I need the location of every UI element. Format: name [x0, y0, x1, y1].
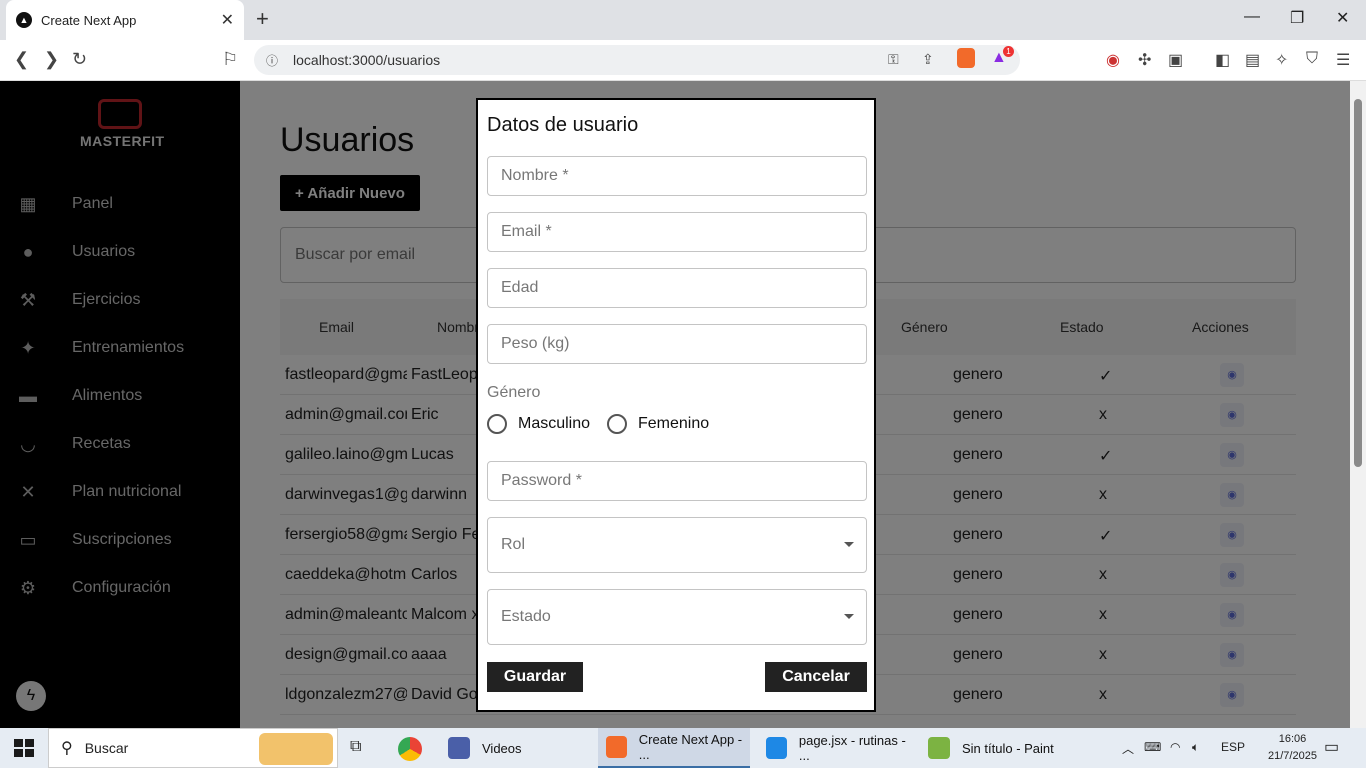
- reload-icon[interactable]: ↻: [72, 49, 87, 70]
- browser-tab-bar: ▲ Create Next App ✕ + — ❐ ✕: [0, 0, 1366, 40]
- clock-date: 21/7/2025: [1268, 750, 1317, 762]
- brave-shield-icon[interactable]: [957, 48, 975, 68]
- taskbar-app-paint[interactable]: Sin título - Paint: [920, 728, 1074, 768]
- taskbar-app-label: page.jsx - rutinas - ...: [798, 733, 906, 763]
- notifications-icon[interactable]: ▭: [1324, 737, 1339, 757]
- clock-time: 16:06: [1278, 733, 1307, 745]
- leo-ai-icon[interactable]: ✧: [1275, 50, 1288, 70]
- peso-field[interactable]: Peso (kg): [487, 324, 867, 364]
- chevron-down-icon: [844, 542, 854, 547]
- menu-icon[interactable]: ☰: [1336, 50, 1350, 70]
- email-field[interactable]: Email *: [487, 212, 867, 252]
- genero-label: Género: [487, 384, 541, 401]
- radio-masculino[interactable]: Masculino: [487, 414, 590, 434]
- search-highlight-image: [259, 733, 333, 765]
- vpn-icon[interactable]: ⛉: [1306, 50, 1318, 68]
- taskbar-app-browser[interactable]: Create Next App - ...: [598, 728, 750, 768]
- radio-label: Femenino: [638, 415, 710, 432]
- radio-label: Masculino: [518, 415, 591, 432]
- sidebar-toggle-icon[interactable]: ◧: [1215, 50, 1230, 70]
- windows-taskbar: ⚲ Buscar ⧉ Videos Create Next App - ... …: [0, 728, 1366, 768]
- minimize-icon[interactable]: —: [1244, 8, 1260, 26]
- taskbar-app-label: Videos: [482, 740, 522, 756]
- paint-icon: [928, 737, 950, 759]
- back-icon[interactable]: ❮: [14, 49, 29, 70]
- forward-icon[interactable]: ❯: [44, 49, 59, 70]
- tab-title: Create Next App: [41, 12, 137, 28]
- radio-femenino[interactable]: Femenino: [607, 414, 709, 434]
- language-indicator[interactable]: ESP: [1221, 740, 1245, 754]
- extension-icon[interactable]: ◉: [1106, 50, 1120, 70]
- site-info-icon[interactable]: ⓘ: [266, 52, 278, 69]
- tab-close-icon[interactable]: ✕: [221, 10, 234, 30]
- clock[interactable]: 16:06 21/7/2025: [1268, 731, 1317, 765]
- nextjs-favicon-icon: ▲: [16, 12, 32, 28]
- screenshot-icon[interactable]: ▣: [1168, 50, 1183, 70]
- chevron-down-icon: [844, 614, 854, 619]
- wifi-icon[interactable]: ◠: [1170, 740, 1180, 754]
- modal-title: Datos de usuario: [487, 114, 639, 136]
- nombre-field[interactable]: Nombre *: [487, 156, 867, 196]
- chrome-icon[interactable]: [398, 737, 422, 761]
- taskbar-app-vscode[interactable]: page.jsx - rutinas - ...: [758, 728, 914, 768]
- new-tab-icon[interactable]: +: [256, 8, 269, 30]
- wallet-icon[interactable]: ▤: [1245, 50, 1260, 70]
- radio-circle-icon: [487, 414, 507, 434]
- browser-address-bar: ❮ ❯ ↻ ⚐ ⓘ localhost:3000/usuarios ⚿ ⇪ ▲ …: [0, 40, 1366, 81]
- url-text: localhost:3000/usuarios: [293, 52, 441, 68]
- page-scrollbar[interactable]: [1350, 81, 1366, 728]
- task-view-icon[interactable]: ⧉: [350, 738, 361, 756]
- taskbar-app-label: Sin título - Paint: [962, 740, 1054, 756]
- taskbar-app-videos[interactable]: Videos: [440, 728, 590, 768]
- puzzle-icon[interactable]: ✣: [1138, 50, 1151, 70]
- taskbar-search-text: Buscar: [84, 740, 129, 756]
- taskbar-app-label: Create Next App - ...: [638, 732, 743, 762]
- search-icon: ⚲: [61, 740, 73, 757]
- edad-field[interactable]: Edad: [487, 268, 867, 308]
- rol-select[interactable]: Rol: [487, 517, 867, 573]
- password-field[interactable]: Password *: [487, 461, 867, 501]
- rol-label: Rol: [501, 536, 526, 553]
- estado-select[interactable]: Estado: [487, 589, 867, 645]
- browser-tab[interactable]: ▲ Create Next App ✕: [6, 0, 244, 40]
- volume-icon[interactable]: 🔈︎: [1192, 740, 1199, 755]
- key-icon[interactable]: ⚿: [888, 51, 899, 68]
- folder-icon: [448, 737, 470, 759]
- taskbar-search[interactable]: ⚲ Buscar: [48, 728, 338, 768]
- vscode-icon: [766, 737, 787, 759]
- bookmark-icon[interactable]: ⚐: [222, 49, 238, 70]
- chevron-up-icon[interactable]: ︿: [1122, 740, 1134, 757]
- cancel-button[interactable]: Cancelar: [765, 662, 867, 692]
- window-close-icon[interactable]: ✕: [1336, 8, 1349, 28]
- estado-label: Estado: [501, 608, 551, 625]
- rewards-badge: 1: [1003, 46, 1014, 57]
- keyboard-icon[interactable]: ⌨: [1144, 740, 1161, 754]
- scrollbar-thumb[interactable]: [1354, 99, 1362, 467]
- share-icon[interactable]: ⇪: [922, 51, 934, 68]
- brave-icon: [606, 736, 627, 758]
- url-field[interactable]: ⓘ localhost:3000/usuarios ⚿ ⇪ ▲ 1: [254, 45, 1020, 75]
- radio-circle-icon: [607, 414, 627, 434]
- user-data-modal: Datos de usuario Nombre * Email * Edad P…: [476, 98, 876, 712]
- save-button[interactable]: Guardar: [487, 662, 583, 692]
- windows-start-icon[interactable]: [14, 739, 34, 757]
- maximize-icon[interactable]: ❐: [1290, 8, 1304, 28]
